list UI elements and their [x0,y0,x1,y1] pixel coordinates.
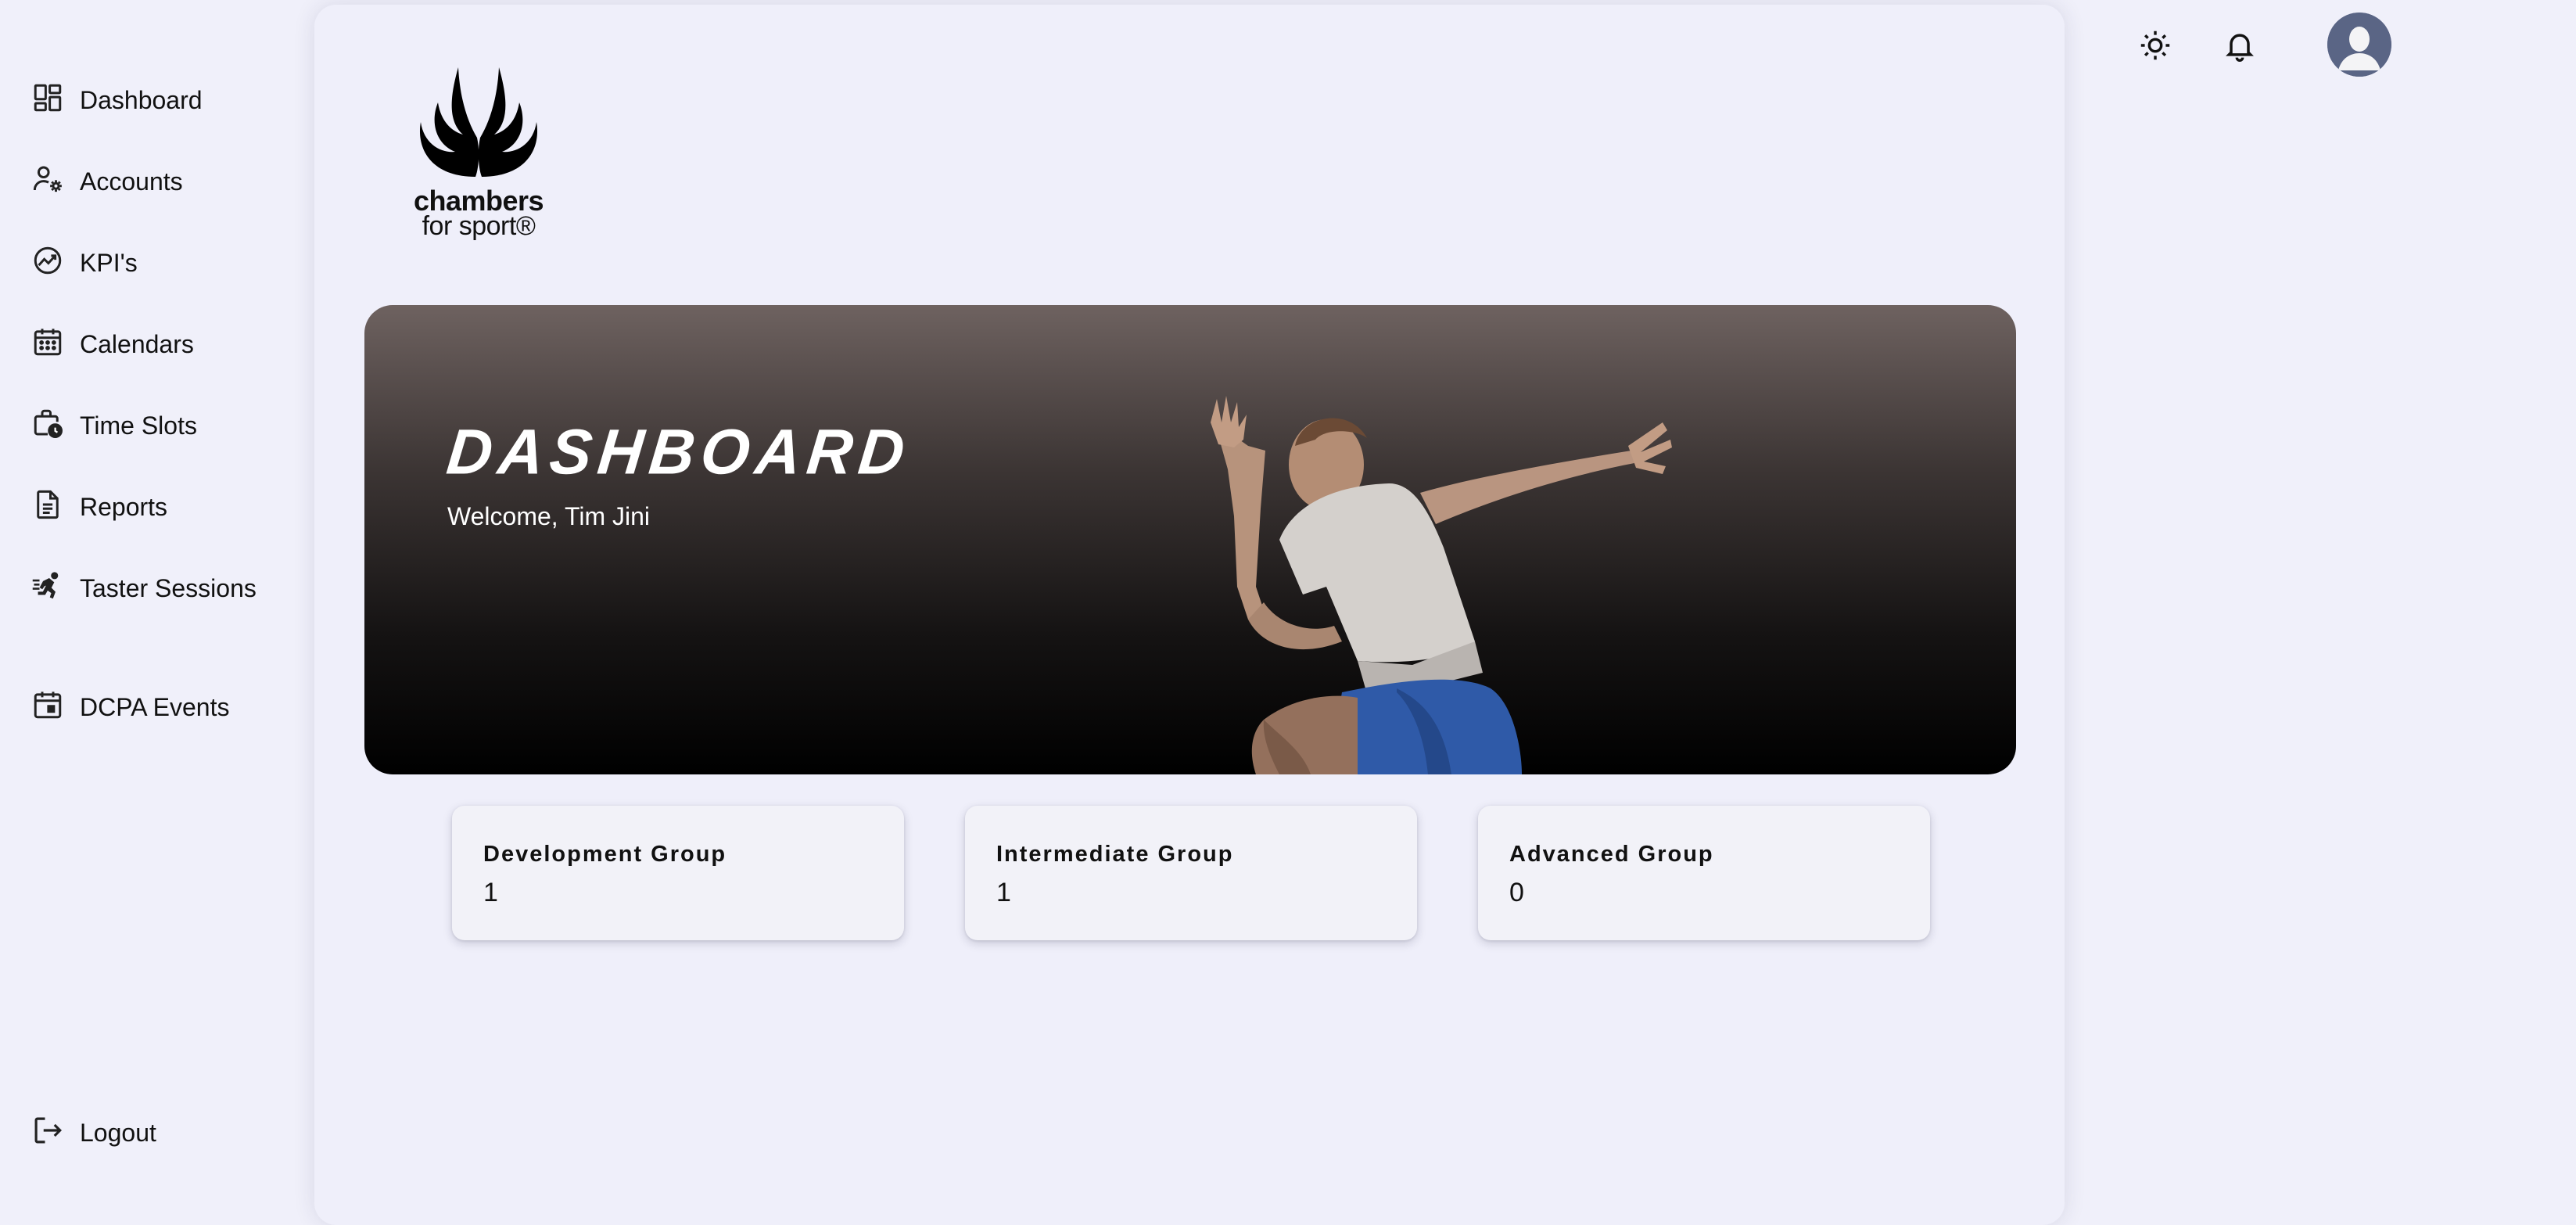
notifications-button[interactable] [2218,23,2262,67]
brand-name-line-2: for sport® [422,211,536,241]
sidebar-item-label: Calendars [80,330,194,358]
sidebar: Dashboard Accounts KPI's Calendars Time … [0,0,313,1216]
sidebar-item-label: DCPA Events [80,693,230,721]
logout-icon [31,1114,64,1147]
main-panel: chambers for sport® DASHBOARD Welcome, T… [314,5,2065,1225]
briefcase-clock-icon [31,407,64,440]
sidebar-item-calendars[interactable]: Calendars [31,325,283,363]
sidebar-item-accounts[interactable]: Accounts [31,163,283,200]
trend-circle-icon [31,244,64,277]
intermediate-group-card[interactable]: Intermediate Group 1 [965,806,1417,940]
sidebar-item-time-slots[interactable]: Time Slots [31,407,283,444]
hero-banner: DASHBOARD Welcome, Tim Jini [364,305,2016,774]
card-value: 1 [996,878,1011,907]
welcome-message: Welcome, Tim Jini [447,502,651,530]
user-gear-icon [31,163,64,196]
wings-logo-icon [419,67,538,177]
runner-icon [31,569,64,602]
group-cards: Development Group 1 Intermediate Group 1… [452,806,1930,943]
logout-label: Logout [80,1119,156,1147]
development-group-card[interactable]: Development Group 1 [452,806,904,940]
sidebar-item-kpis[interactable]: KPI's [31,244,283,282]
card-title: Advanced Group [1509,842,1714,867]
user-avatar[interactable] [2327,13,2391,77]
sidebar-item-dcpa-events[interactable]: DCPA Events [31,688,283,726]
theme-toggle-button[interactable] [2133,23,2177,67]
bell-icon [2226,34,2254,62]
card-title: Development Group [483,842,727,867]
sidebar-item-label: Accounts [80,167,183,196]
sidebar-item-reports[interactable]: Reports [31,488,283,526]
sidebar-item-label: Taster Sessions [80,574,257,602]
calendar-icon [31,325,64,358]
sidebar-item-label: Time Slots [80,411,197,440]
document-icon [31,488,64,521]
card-value: 1 [483,878,498,907]
sidebar-item-label: KPI's [80,249,138,277]
page-title: DASHBOARD [443,416,914,487]
sun-icon [2140,31,2170,60]
sidebar-item-label: Reports [80,493,168,521]
card-value: 0 [1509,878,1524,907]
sidebar-item-taster-sessions[interactable]: Taster Sessions [31,569,283,607]
avatar-icon [2327,13,2391,77]
brand-logo: chambers for sport® [400,59,557,247]
calendar-event-icon [31,688,64,721]
sidebar-item-dashboard[interactable]: Dashboard [31,81,283,119]
sidebar-item-label: Dashboard [80,86,203,114]
logout-button[interactable]: Logout [31,1114,283,1151]
athlete-image [1211,396,1672,774]
advanced-group-card[interactable]: Advanced Group 0 [1478,806,1930,940]
card-title: Intermediate Group [996,842,1234,867]
dashboard-icon [31,81,64,114]
